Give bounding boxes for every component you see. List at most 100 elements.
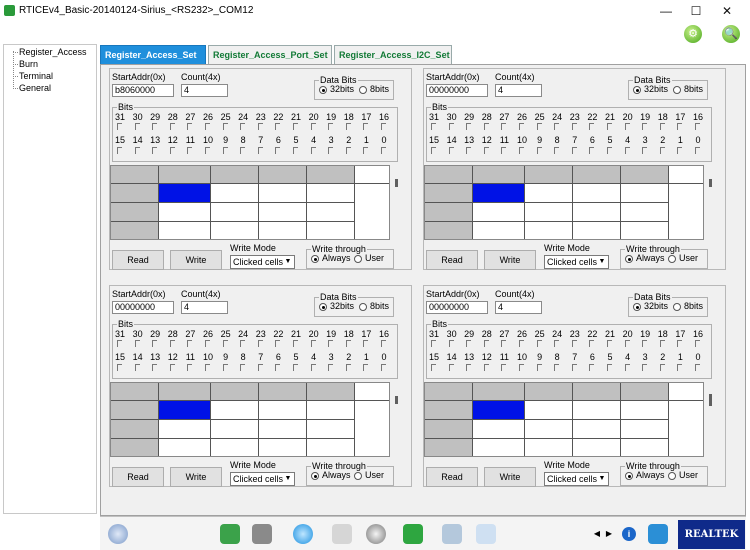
- data-cell[interactable]: [307, 222, 355, 239]
- bit-checkbox[interactable]: [431, 340, 436, 347]
- microphone-icon[interactable]: [332, 524, 352, 544]
- data-cell[interactable]: [621, 184, 669, 203]
- chevron-down-icon[interactable]: ▼: [283, 474, 293, 484]
- bit-checkbox[interactable]: [501, 364, 507, 371]
- data-cell[interactable]: [159, 439, 211, 456]
- bit-checkbox[interactable]: [310, 123, 316, 130]
- write-mode-select[interactable]: Clicked cells ▼: [230, 472, 295, 486]
- write-button[interactable]: Write: [170, 250, 222, 270]
- data-cell[interactable]: [621, 222, 669, 239]
- chevron-down-icon[interactable]: ▼: [597, 474, 607, 484]
- data-cell[interactable]: [211, 203, 259, 222]
- bit-checkbox[interactable]: [240, 340, 246, 347]
- data-cell[interactable]: [621, 203, 669, 222]
- bit-checkbox[interactable]: [659, 123, 665, 130]
- tab-register-access-port-set[interactable]: Register_Access_Port_Set: [208, 45, 332, 64]
- grid-scrollbar[interactable]: [706, 382, 716, 457]
- selected-data-cell[interactable]: [159, 401, 211, 420]
- bit-checkbox[interactable]: [187, 340, 193, 347]
- data-cell[interactable]: [159, 203, 211, 222]
- radio-32bits[interactable]: [319, 303, 327, 311]
- grid-scrollbar[interactable]: [706, 165, 716, 240]
- bit-checkbox[interactable]: [328, 123, 334, 130]
- bit-checkbox[interactable]: [624, 147, 630, 154]
- bit-checkbox[interactable]: [624, 364, 630, 371]
- bit-checkbox[interactable]: [328, 147, 334, 154]
- bit-checkbox[interactable]: [310, 340, 316, 347]
- bit-checkbox[interactable]: [431, 123, 436, 130]
- bit-checkbox[interactable]: [117, 364, 122, 371]
- data-cell[interactable]: [621, 439, 669, 456]
- bit-checkbox[interactable]: [293, 123, 298, 130]
- bit-checkbox[interactable]: [483, 364, 489, 371]
- bit-checkbox[interactable]: [240, 147, 246, 154]
- radio-always[interactable]: [311, 255, 319, 263]
- bit-checkbox[interactable]: [293, 364, 298, 371]
- start-addr-input[interactable]: 00000000: [426, 84, 488, 97]
- start-addr-input[interactable]: b8060000: [112, 84, 174, 97]
- bit-checkbox[interactable]: [589, 147, 595, 154]
- radio-user[interactable]: [668, 472, 676, 480]
- radio-32bits[interactable]: [319, 86, 327, 94]
- bit-checkbox[interactable]: [448, 364, 454, 371]
- bit-checkbox[interactable]: [187, 147, 193, 154]
- scroll-left-arrow[interactable]: ◀: [592, 527, 602, 541]
- bit-checkbox[interactable]: [257, 364, 263, 371]
- bit-checkbox[interactable]: [381, 364, 386, 371]
- scroll-right-arrow[interactable]: ▶: [604, 527, 614, 541]
- info-icon[interactable]: i: [622, 527, 636, 541]
- bit-checkbox[interactable]: [536, 123, 542, 130]
- read-button[interactable]: Read: [426, 467, 478, 487]
- bit-checkbox[interactable]: [275, 147, 281, 154]
- radio-user[interactable]: [354, 255, 362, 263]
- bit-checkbox[interactable]: [659, 340, 665, 347]
- bit-checkbox[interactable]: [134, 147, 140, 154]
- data-cell[interactable]: [259, 401, 307, 420]
- write-button[interactable]: Write: [170, 467, 222, 487]
- data-cell[interactable]: [159, 222, 211, 239]
- plug-icon[interactable]: [252, 524, 272, 544]
- bit-checkbox[interactable]: [554, 364, 560, 371]
- data-cell[interactable]: [211, 184, 259, 203]
- bit-checkbox[interactable]: [677, 123, 683, 130]
- bit-checkbox[interactable]: [677, 340, 683, 347]
- scrollbar-thumb[interactable]: [709, 179, 712, 187]
- bit-checkbox[interactable]: [659, 364, 665, 371]
- minimize-button[interactable]: —: [654, 3, 678, 19]
- close-button[interactable]: ✕: [715, 3, 739, 19]
- bit-checkbox[interactable]: [275, 123, 281, 130]
- bit-checkbox[interactable]: [117, 147, 122, 154]
- data-cell[interactable]: [573, 420, 621, 439]
- bit-checkbox[interactable]: [345, 364, 351, 371]
- write-mode-select[interactable]: Clicked cells ▼: [544, 472, 609, 486]
- bit-checkbox[interactable]: [589, 340, 595, 347]
- bit-checkbox[interactable]: [695, 147, 700, 154]
- data-cell[interactable]: [525, 222, 573, 239]
- bit-checkbox[interactable]: [222, 123, 228, 130]
- data-cell[interactable]: [473, 222, 525, 239]
- bit-checkbox[interactable]: [571, 123, 577, 130]
- monitor-icon[interactable]: [220, 524, 240, 544]
- tab-register-access-set[interactable]: Register_Access_Set: [100, 45, 206, 64]
- bit-checkbox[interactable]: [381, 147, 386, 154]
- refresh-icon[interactable]: [293, 524, 313, 544]
- radio-always[interactable]: [625, 255, 633, 263]
- bit-checkbox[interactable]: [695, 364, 700, 371]
- search-icon[interactable]: 🔍: [722, 25, 740, 43]
- maximize-button[interactable]: ☐: [684, 3, 708, 19]
- bit-checkbox[interactable]: [642, 340, 648, 347]
- bit-checkbox[interactable]: [240, 364, 246, 371]
- data-cell[interactable]: [573, 222, 621, 239]
- bit-checkbox[interactable]: [381, 340, 386, 347]
- radio-always[interactable]: [625, 472, 633, 480]
- data-cell[interactable]: [259, 420, 307, 439]
- bit-checkbox[interactable]: [205, 340, 210, 347]
- radio-user[interactable]: [354, 472, 362, 480]
- chevron-down-icon[interactable]: ▼: [283, 257, 293, 267]
- bit-checkbox[interactable]: [448, 147, 454, 154]
- bit-checkbox[interactable]: [536, 364, 542, 371]
- bit-checkbox[interactable]: [431, 147, 436, 154]
- bit-checkbox[interactable]: [642, 364, 648, 371]
- bit-checkbox[interactable]: [363, 340, 369, 347]
- bit-checkbox[interactable]: [695, 340, 700, 347]
